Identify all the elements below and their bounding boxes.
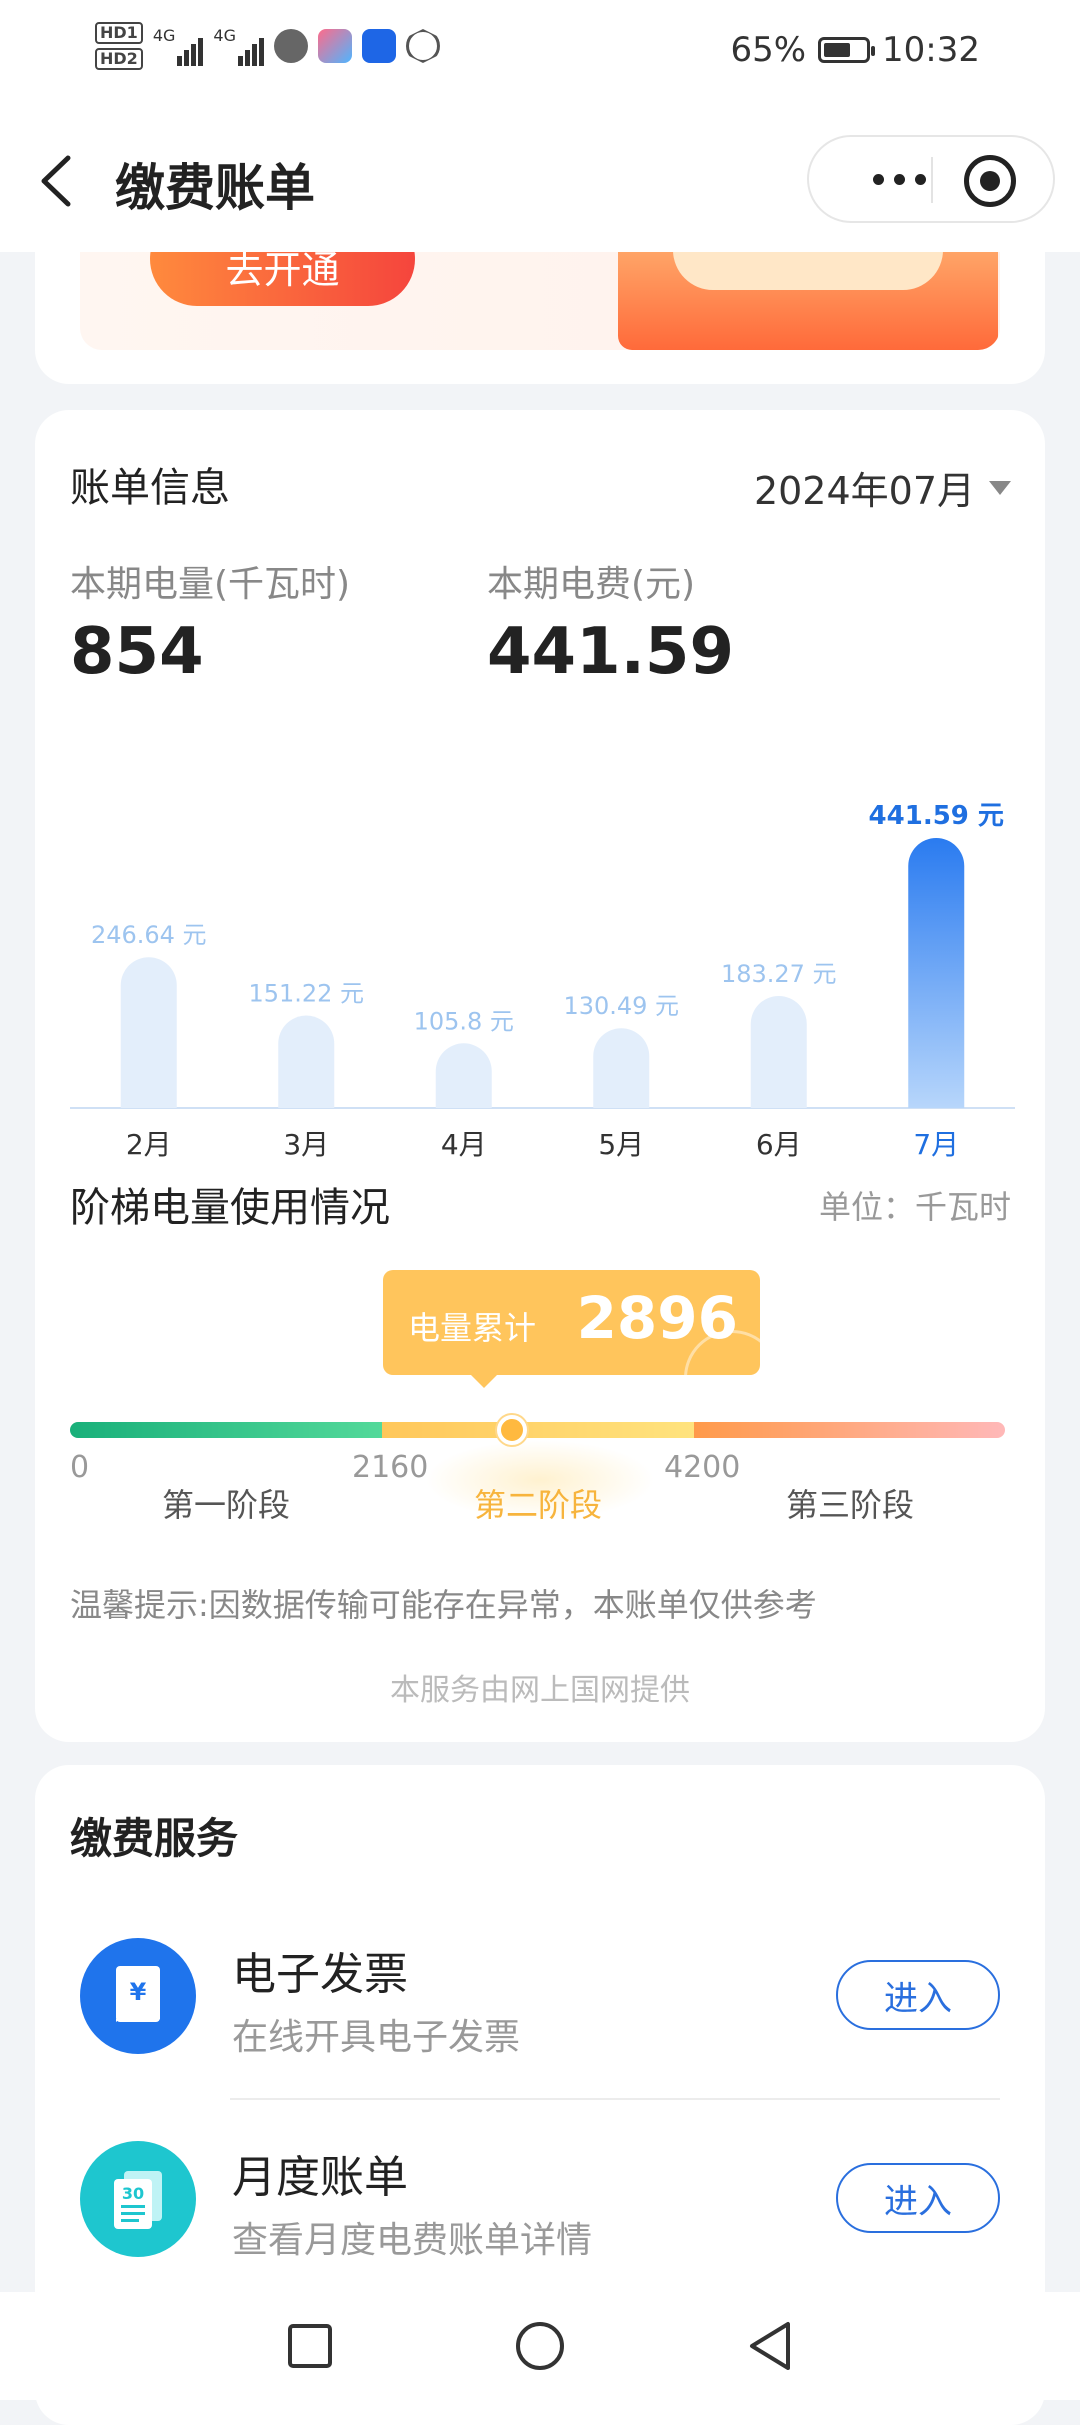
bar-3月[interactable] [278, 1015, 335, 1108]
fee-value: 441.59 [487, 615, 734, 689]
hd2-label: HD2 [95, 48, 143, 70]
net2-label: 4G [213, 26, 236, 45]
tooltip-label: 电量累计 [408, 1309, 537, 1347]
hand-icon [405, 29, 440, 63]
status-right: 65% 10:32 [730, 30, 980, 70]
bar-value-label: 105.8 元 [414, 1007, 514, 1035]
signal-1-icon: 4G [153, 26, 204, 66]
bar-5月[interactable] [593, 1028, 650, 1108]
home-icon [516, 2322, 564, 2370]
bar-value-label: 246.64 元 [91, 921, 207, 949]
sound-wave-icon [273, 29, 308, 63]
service-desc: 在线开具电子发票 [232, 2017, 521, 2058]
usage-value: 854 [70, 615, 204, 689]
system-nav-bar [0, 2292, 1080, 2400]
svg-text:¥: ¥ [130, 1978, 147, 2006]
recent-apps-icon [288, 2324, 332, 2368]
promo-banner[interactable]: 去开通 [80, 252, 1000, 350]
enter-invoice-button[interactable]: 进入 [836, 1960, 1000, 2030]
battery-percent: 65% [730, 30, 807, 70]
bar-6月[interactable] [750, 995, 807, 1108]
bar-7月[interactable] [908, 838, 965, 1108]
page-title: 缴费账单 [115, 159, 315, 217]
battery-icon [818, 37, 876, 63]
service-name: 月度账单 [232, 2152, 408, 2203]
usage-label: 本期电量(千瓦时) [70, 564, 351, 605]
notice-text: 温馨提示:因数据传输可能存在异常，本账单仅供参考 [70, 1586, 817, 1624]
tick-0: 0 [70, 1450, 90, 1485]
invoice-yuan-icon: ¥ [80, 1938, 196, 2054]
stage-1-segment [70, 1422, 382, 1438]
tooltip-arrow [470, 1374, 498, 1388]
back-nav-button[interactable] [740, 2316, 800, 2376]
bill-info-card: 账单信息 2024年07月 本期电量(千瓦时) 854 本期电费(元) 441.… [35, 410, 1045, 1742]
home-button[interactable] [510, 2316, 570, 2376]
clock: 10:32 [882, 30, 980, 70]
tick-1: 2160 [352, 1450, 429, 1485]
bulb-icon [361, 29, 396, 63]
service-item-invoice[interactable]: ¥ 电子发票 在线开具电子发票 进入 [35, 1900, 1045, 2100]
app-store-icon [317, 29, 352, 63]
title-bar: 缴费账单 [0, 110, 1080, 252]
svg-text:30: 30 [122, 2184, 144, 2203]
bar-value-label: 151.22 元 [248, 980, 364, 1008]
service-name: 电子发票 [232, 1949, 408, 2000]
back-icon [750, 2322, 790, 2370]
chart-svg: 246.64 元 2月 151.22 元 3月 105.8 元 4月 130.49 元 5月 1… [70, 801, 1015, 1161]
promo-banner-card: 去开通 [35, 252, 1045, 384]
hd-indicators: HD1 HD2 [95, 22, 143, 70]
month-selector[interactable]: 2024年07月 [754, 460, 1011, 515]
more-button[interactable] [839, 151, 959, 207]
month-tick-label: 5月 [598, 1128, 644, 1161]
stage-1-label: 第一阶段 [162, 1486, 291, 1524]
cumulative-usage-tooltip: 电量累计 2896 [383, 1270, 760, 1375]
month-tick-label: 7月 [913, 1128, 959, 1161]
dropdown-arrow-icon [989, 480, 1011, 495]
bar-value-label: 130.49 元 [563, 992, 679, 1020]
bar-value-label: 183.27 元 [721, 960, 837, 988]
signal-2-icon: 4G [213, 26, 264, 66]
gift-illustration-icon [618, 252, 998, 350]
recent-apps-button[interactable] [280, 2316, 340, 2376]
close-mini-program-button[interactable] [964, 155, 1016, 207]
enter-monthly-bill-button[interactable]: 进入 [836, 2163, 1000, 2233]
fee-label: 本期电费(元) [487, 564, 696, 605]
month-tick-label: 3月 [283, 1128, 329, 1161]
bar-2月[interactable] [120, 957, 177, 1108]
tier-progress-bar [70, 1422, 1005, 1438]
status-left: HD1 HD2 4G 4G [95, 22, 440, 70]
capsule-divider [931, 157, 933, 203]
status-bar: HD1 HD2 4G 4G 65% 10:32 [0, 0, 1080, 110]
tick-2: 4200 [664, 1450, 741, 1485]
bill-section-title: 账单信息 [70, 465, 230, 511]
tier-usage: 电量累计 2896 0 2160 4200 第一阶段 第二阶段 第三阶段 [70, 1270, 1005, 1524]
monthly-fee-chart: 246.64 元 2月 151.22 元 3月 105.8 元 4月 130.49 元 5月 1… [70, 730, 1015, 1170]
hd1-label: HD1 [95, 22, 143, 44]
service-item-monthly-bill[interactable]: 30 月度账单 查看月度电费账单详情 进入 [35, 2103, 1045, 2303]
monthly-bill-icon: 30 [80, 2141, 196, 2257]
provider-text: 本服务由网上国网提供 [390, 1673, 690, 1708]
tier-unit: 单位：千瓦时 [818, 1188, 1011, 1226]
back-button[interactable] [30, 146, 90, 216]
divider [230, 2098, 1000, 2100]
net1-label: 4G [152, 26, 176, 45]
month-value: 2024年07月 [753, 469, 975, 513]
month-tick-label: 4月 [441, 1128, 487, 1161]
services-title: 缴费服务 [70, 1814, 239, 1863]
bar-4月[interactable] [435, 1043, 492, 1108]
chevron-left-icon [41, 155, 71, 207]
more-dots-icon [872, 173, 884, 185]
mini-program-capsule [807, 135, 1055, 223]
month-tick-label: 2月 [126, 1128, 172, 1161]
tier-title: 阶梯电量使用情况 [70, 1185, 390, 1231]
bar-value-label: 441.59 元 [869, 801, 1004, 831]
activate-button[interactable]: 去开通 [150, 252, 415, 306]
stage-2-segment [382, 1422, 694, 1438]
service-desc: 查看月度电费账单详情 [232, 2220, 593, 2261]
stage-3-segment [694, 1422, 1005, 1438]
tooltip-value: 2896 [576, 1284, 738, 1352]
month-tick-label: 6月 [756, 1128, 802, 1161]
stage-2-label: 第二阶段 [474, 1486, 603, 1524]
stage-3-label: 第三阶段 [786, 1486, 915, 1524]
